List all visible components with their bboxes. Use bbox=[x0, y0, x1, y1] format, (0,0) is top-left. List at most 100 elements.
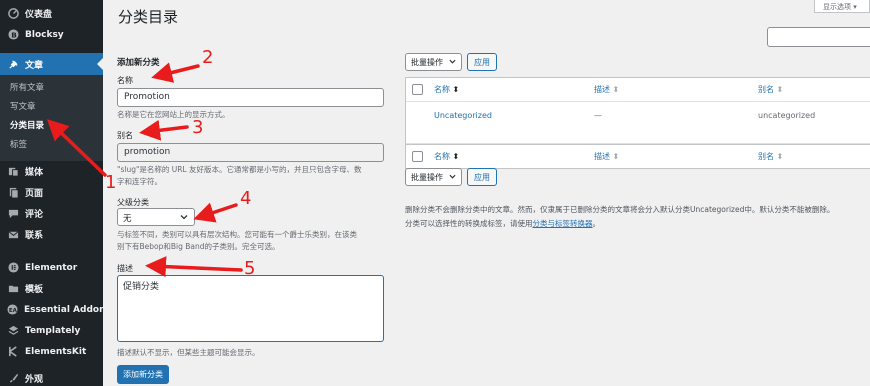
apply-button-bottom[interactable]: 应用 bbox=[467, 168, 497, 186]
parent-help-text: 与标签不同，类别可以具有层次结构。您可能有一个爵士乐类别，在该类 别下有Bebo… bbox=[117, 229, 387, 253]
submenu-new-post[interactable]: 写文章 bbox=[0, 98, 103, 117]
sidebar-item-label: 评论 bbox=[25, 210, 44, 220]
parent-help-line-1: 与标签不同，类别可以具有层次结构。您可能有一个爵士乐类别，在该类 bbox=[117, 230, 357, 239]
sidebar-item-label: Blocksy bbox=[25, 29, 64, 40]
annotation-number-1: 1 bbox=[105, 172, 117, 193]
note-text: 分类可以选择性的转换成标签，请使用 bbox=[405, 219, 533, 228]
slug-help-line-1: "slug"是名称的 URL 友好版本。它通常都是小写的，并且只包含字母、数 bbox=[117, 165, 362, 174]
sidebar-item-label: 页面 bbox=[25, 189, 44, 199]
description-textarea[interactable]: 促销分类 bbox=[117, 275, 384, 342]
category-description: — bbox=[594, 111, 602, 120]
sort-icon: ⬍ bbox=[776, 152, 784, 161]
sidebar-item-label: Elementor bbox=[25, 262, 78, 273]
add-category-heading: 添加新分类 bbox=[117, 58, 160, 68]
delete-category-note: 删除分类不会删除分类中的文章。然而，仅隶属于已删除分类的文章将会分入默认分类Un… bbox=[405, 205, 835, 214]
column-description-footer[interactable]: 描述 ⬍ bbox=[594, 151, 619, 162]
name-help-text: 名称是它在您网站上的显示方式。 bbox=[117, 110, 230, 119]
sidebar-item-elementskit[interactable]: ElementsKit bbox=[0, 341, 103, 362]
sort-icon: ⬍ bbox=[612, 85, 620, 94]
sidebar-item-templately[interactable]: Templately bbox=[0, 320, 103, 341]
sidebar-item-appearance[interactable]: 外观 bbox=[0, 368, 103, 386]
sidebar-item-blocksy[interactable]: B Blocksy bbox=[0, 24, 103, 45]
sidebar-item-comments[interactable]: 评论 bbox=[0, 203, 103, 224]
sidebar-item-essential-addons[interactable]: EA Essential Addons bbox=[0, 299, 111, 320]
column-slug-header[interactable]: 别名 ⬍ bbox=[758, 84, 783, 95]
elementskit-icon bbox=[7, 346, 19, 358]
column-slug-footer[interactable]: 别名 ⬍ bbox=[758, 151, 783, 162]
select-all-checkbox-footer[interactable] bbox=[412, 151, 423, 162]
slug-help-line-2: 字和连字符。 bbox=[117, 177, 162, 186]
description-help-text: 描述默认不显示，但某些主题可能会显示。 bbox=[117, 348, 260, 357]
annotation-number-5: 5 bbox=[244, 258, 256, 279]
sidebar-item-label: Essential Addons bbox=[24, 304, 111, 315]
chevron-down-icon bbox=[180, 213, 188, 224]
sidebar-item-label: 联系 bbox=[25, 231, 44, 241]
media-icon bbox=[7, 166, 19, 178]
sidebar-item-templates[interactable]: 模板 bbox=[0, 278, 103, 299]
sidebar-item-elementor[interactable]: Elementor bbox=[0, 257, 103, 278]
search-input[interactable] bbox=[767, 27, 870, 47]
submenu-tags[interactable]: 标签 bbox=[0, 136, 103, 155]
name-label: 名称 bbox=[117, 76, 133, 85]
table-header-row: 名称 ⬍ 描述 ⬍ 别名 ⬍ bbox=[406, 78, 870, 102]
dashboard-icon bbox=[7, 8, 19, 20]
category-name-link[interactable]: Uncategorized bbox=[434, 111, 492, 120]
comment-icon bbox=[7, 208, 19, 220]
apply-button-top[interactable]: 应用 bbox=[467, 53, 497, 71]
name-input[interactable]: Promotion bbox=[117, 88, 384, 107]
column-name-footer[interactable]: 名称 ⬍ bbox=[434, 151, 459, 162]
sidebar-item-label: 文章 bbox=[25, 60, 44, 71]
sidebar-item-label: ElementsKit bbox=[25, 346, 87, 357]
submenu-all-posts[interactable]: 所有文章 bbox=[0, 79, 103, 98]
posts-submenu: 所有文章 写文章 分类目录 标签 bbox=[0, 75, 103, 161]
svg-text:B: B bbox=[11, 30, 17, 39]
submenu-categories[interactable]: 分类目录 bbox=[0, 117, 103, 136]
parent-help-line-2: 别下有Bebop和Big Band的子类别。完全可选。 bbox=[117, 242, 280, 251]
sort-icon: ⬍ bbox=[452, 152, 460, 161]
sidebar-item-label: 媒体 bbox=[25, 168, 44, 178]
bulk-actions-label: 批量操作 bbox=[411, 173, 443, 182]
sidebar-item-label: 模板 bbox=[25, 285, 44, 295]
bulk-actions-select-bottom[interactable]: 批量操作 bbox=[405, 168, 462, 186]
slug-label: 别名 bbox=[117, 131, 133, 140]
sidebar-item-contact[interactable]: 联系 bbox=[0, 224, 103, 245]
main-content: 分类目录 显示选项 ▾ 添加新分类 名称 Promotion 名称是它在您网站上… bbox=[103, 0, 870, 386]
convert-category-note: 分类可以选择性的转换成标签，请使用分类与标签转换器。 bbox=[405, 217, 600, 230]
page-icon bbox=[7, 187, 19, 199]
column-description-header[interactable]: 描述 ⬍ bbox=[594, 84, 619, 95]
parent-select-value: 无 bbox=[123, 214, 132, 224]
description-label: 描述 bbox=[117, 264, 133, 273]
column-label: 名称 bbox=[434, 152, 450, 161]
admin-sidebar: 仪表盘 B Blocksy 文章 所有文章 写文章 分类目录 标签 媒体 页面 … bbox=[0, 0, 111, 386]
sidebar-item-label: 外观 bbox=[25, 375, 44, 385]
table-row: Uncategorized — uncategorized bbox=[406, 102, 870, 144]
table-footer-row: 名称 ⬍ 描述 ⬍ 别名 ⬍ bbox=[406, 144, 870, 168]
sidebar-item-posts[interactable]: 文章 bbox=[0, 53, 103, 75]
sidebar-item-label: Templately bbox=[25, 325, 81, 336]
column-label: 别名 bbox=[758, 152, 774, 161]
select-all-checkbox[interactable] bbox=[412, 84, 423, 95]
categories-table: 名称 ⬍ 描述 ⬍ 别名 ⬍ Uncategorized — uncategor… bbox=[405, 77, 870, 169]
column-label: 描述 bbox=[594, 85, 610, 94]
add-category-button[interactable]: 添加新分类 bbox=[117, 365, 169, 384]
annotation-number-2: 2 bbox=[202, 47, 214, 68]
parent-category-select[interactable]: 无 bbox=[117, 208, 195, 226]
screen-options-button[interactable]: 显示选项 ▾ bbox=[814, 0, 870, 13]
sidebar-item-label: 仪表盘 bbox=[25, 10, 53, 20]
elementor-icon bbox=[7, 262, 19, 274]
bulk-actions-select-top[interactable]: 批量操作 bbox=[405, 53, 462, 71]
column-label: 描述 bbox=[594, 152, 610, 161]
sidebar-item-pages[interactable]: 页面 bbox=[0, 182, 103, 203]
category-slug: uncategorized bbox=[758, 111, 816, 120]
bulk-actions-label: 批量操作 bbox=[411, 58, 443, 67]
sort-icon: ⬍ bbox=[776, 85, 784, 94]
column-name-header[interactable]: 名称 ⬍ bbox=[434, 84, 459, 95]
column-label: 别名 bbox=[758, 85, 774, 94]
sidebar-item-media[interactable]: 媒体 bbox=[0, 161, 103, 182]
ea-icon: EA bbox=[7, 304, 18, 316]
slug-input[interactable]: promotion bbox=[117, 143, 384, 162]
templately-icon bbox=[7, 325, 19, 337]
converter-link[interactable]: 分类与标签转换器 bbox=[533, 219, 593, 228]
annotation-number-3: 3 bbox=[192, 117, 204, 138]
sidebar-item-dashboard[interactable]: 仪表盘 bbox=[0, 3, 103, 24]
